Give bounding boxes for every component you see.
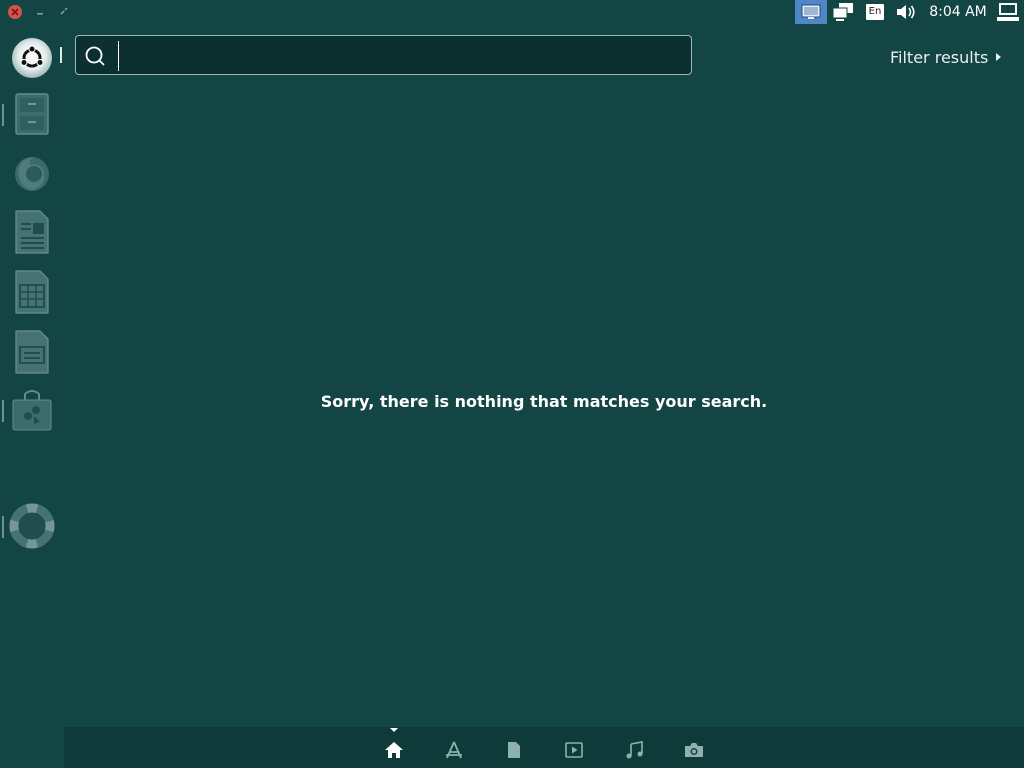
lens-music[interactable] [624,740,644,760]
dash-home-button[interactable] [9,35,55,81]
impress-presentation-icon [15,330,49,374]
keyboard-layout-icon[interactable]: En [863,0,887,24]
volume-icon[interactable] [893,0,919,24]
launcher-item-impress[interactable] [8,328,56,376]
home-icon [385,742,403,758]
search-box[interactable] [75,35,692,75]
maximize-icon[interactable] [60,4,68,18]
top-panel: En 8:04 AM [0,0,1024,24]
filter-results-button[interactable]: Filter results [890,46,1002,68]
clock[interactable]: 8:04 AM [926,0,990,24]
launcher-separator [60,47,62,63]
running-pip [2,516,4,538]
launcher-item-software-center[interactable] [8,386,56,434]
lens-video[interactable] [564,740,584,760]
network-icon[interactable] [830,0,856,24]
launcher-item-files[interactable] [8,90,56,138]
lens-home[interactable] [384,740,404,760]
minimize-icon[interactable] [36,4,44,18]
shopping-bag-icon [12,390,52,431]
launcher [0,24,64,768]
search-input[interactable] [118,37,678,73]
photo-icon [685,743,703,757]
lens-bar [64,727,1024,768]
video-icon [565,742,583,758]
files-icon [508,742,520,758]
launcher-item-calc[interactable] [8,268,56,316]
running-pip [2,400,4,422]
lens-applications[interactable] [444,740,464,760]
firefox-icon [15,157,49,191]
text-caret [118,41,119,71]
keyboard-layout-label: En [866,4,884,20]
launcher-item-firefox[interactable] [8,148,56,196]
writer-document-icon [15,210,49,254]
no-results-message: Sorry, there is nothing that matches you… [320,392,768,411]
filter-results-label: Filter results [890,47,989,67]
triangle-right-icon [996,53,1002,61]
session-icon[interactable] [995,0,1021,24]
applications-icon [446,741,462,759]
running-pip [2,104,4,126]
launcher-item-help[interactable] [8,502,56,550]
lens-photos[interactable] [684,740,704,760]
close-icon[interactable] [8,5,22,19]
screen-icon[interactable] [795,0,827,24]
calc-spreadsheet-icon [15,270,49,314]
search-icon [84,45,106,67]
lifebuoy-icon [9,503,55,549]
file-cabinet-icon [15,93,49,135]
ubuntu-logo-icon [20,45,44,68]
launcher-item-writer[interactable] [8,208,56,256]
music-icon [626,741,643,759]
lens-files[interactable] [504,740,524,760]
active-lens-indicator [390,728,398,732]
